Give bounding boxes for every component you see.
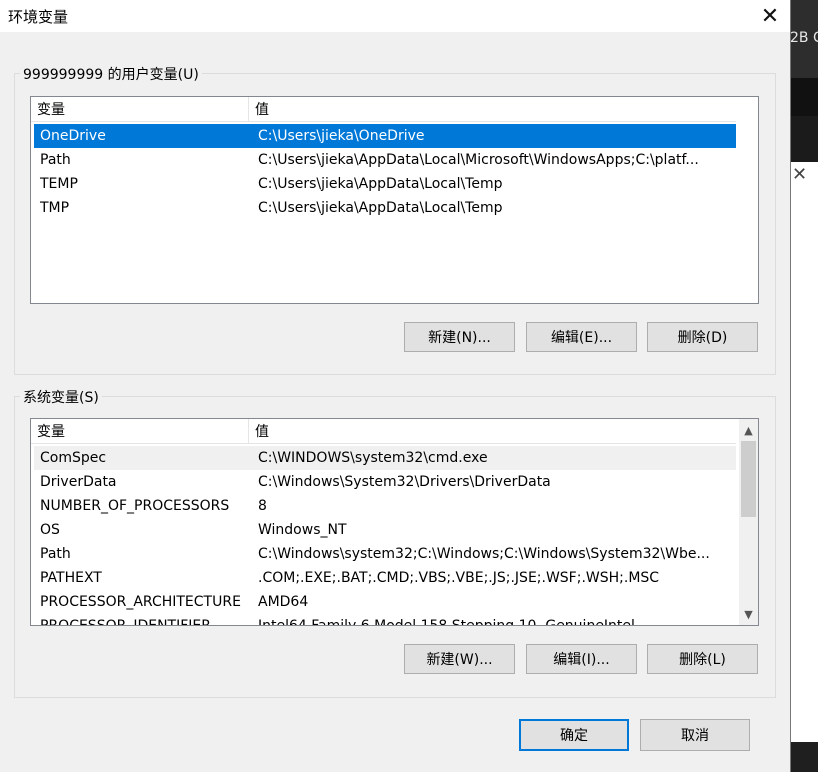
variable-name: TMP	[40, 200, 70, 216]
variable-name: ComSpec	[40, 450, 107, 466]
variable-name: Path	[40, 152, 71, 168]
variable-name: PATHEXT	[40, 570, 102, 586]
list-row[interactable]: Path C:\Windows\system32;C:\Windows;C:\Wi…	[34, 542, 736, 566]
close-icon: ✕	[760, 3, 780, 29]
scroll-thumb[interactable]	[741, 441, 756, 517]
list-row[interactable]: PROCESSOR_IDENTIFIER Intel64 Family 6 Mod…	[34, 614, 736, 626]
column-header-name[interactable]: 变量	[31, 419, 249, 443]
variable-name: OneDrive	[40, 128, 106, 144]
variable-name: OS	[40, 522, 60, 538]
list-row[interactable]: DriverData C:\Windows\System32\Drivers\Dr…	[34, 470, 736, 494]
user-vars-header: 变量 值	[31, 97, 736, 122]
background-app-window: 2B C ✕	[790, 0, 818, 772]
list-row[interactable]: TMP C:\Users\jieka\AppData\Local\Temp	[34, 196, 736, 220]
list-row[interactable]: TEMP C:\Users\jieka\AppData\Local\Temp	[34, 172, 736, 196]
cancel-button[interactable]: 取消	[640, 719, 750, 751]
variable-value: C:\Users\jieka\AppData\Local\Microsoft\W…	[258, 152, 699, 168]
variable-value: C:\Windows\System32\Drivers\DriverData	[258, 474, 551, 490]
variable-value: C:\Users\jieka\AppData\Local\Temp	[258, 176, 503, 192]
user-delete-button[interactable]: 删除(D)	[647, 322, 758, 352]
background-close-icon: ✕	[792, 164, 808, 185]
variable-value: Windows_NT	[258, 522, 347, 538]
system-new-button[interactable]: 新建(W)...	[404, 644, 515, 674]
list-row[interactable]: ComSpec C:\WINDOWS\system32\cmd.exe	[34, 446, 736, 470]
list-row[interactable]: OneDrive C:\Users\jieka\OneDrive	[34, 124, 736, 148]
variable-name: PROCESSOR_IDENTIFIER	[40, 618, 211, 626]
system-vars-group-label: 系统变量(S)	[20, 387, 102, 407]
variable-value: 8	[258, 498, 267, 514]
background-app-bar	[790, 78, 818, 116]
list-row[interactable]: PROCESSOR_ARCHITECTURE AMD64	[34, 590, 736, 614]
column-header-value[interactable]: 值	[249, 97, 736, 121]
variable-name: TEMP	[40, 176, 78, 192]
variable-name: Path	[40, 546, 71, 562]
system-delete-button[interactable]: 删除(L)	[647, 644, 758, 674]
user-new-button[interactable]: 新建(N)...	[404, 322, 515, 352]
variable-value: C:\WINDOWS\system32\cmd.exe	[258, 450, 488, 466]
variable-value: C:\Users\jieka\AppData\Local\Temp	[258, 200, 503, 216]
env-vars-dialog: 环境变量 ✕ 999999999 的用户变量(U) 变量 值 OneDrive C…	[0, 0, 791, 772]
system-vars-header: 变量 值	[31, 419, 736, 444]
system-vars-scrollbar[interactable]: ▲ ▼	[739, 419, 758, 625]
variable-name: PROCESSOR_ARCHITECTURE	[40, 594, 241, 610]
variable-name: DriverData	[40, 474, 117, 490]
system-vars-list[interactable]: 变量 值 ComSpec C:\WINDOWS\system32\cmd.exe D…	[30, 418, 759, 626]
variable-value: .COM;.EXE;.BAT;.CMD;.VBS;.VBE;.JS;.JSE;.…	[258, 570, 660, 586]
system-edit-button[interactable]: 编辑(I)...	[526, 644, 637, 674]
ok-button[interactable]: 确定	[519, 719, 629, 751]
background-app-pane	[790, 162, 818, 742]
user-vars-group-label: 999999999 的用户变量(U)	[20, 64, 202, 84]
user-edit-button[interactable]: 编辑(E)...	[526, 322, 637, 352]
list-row[interactable]: PATHEXT .COM;.EXE;.BAT;.CMD;.VBS;.VBE;.JS…	[34, 566, 736, 590]
scroll-down-icon[interactable]: ▼	[739, 605, 758, 623]
column-header-value[interactable]: 值	[249, 419, 736, 443]
column-header-name[interactable]: 变量	[31, 97, 249, 121]
list-row[interactable]: OS Windows_NT	[34, 518, 736, 542]
variable-value: Intel64 Family 6 Model 158 Stepping 10, …	[258, 618, 635, 626]
variable-name: NUMBER_OF_PROCESSORS	[40, 498, 230, 514]
variable-value: C:\Users\jieka\OneDrive	[258, 128, 425, 144]
list-row[interactable]: NUMBER_OF_PROCESSORS 8	[34, 494, 736, 518]
variable-value: C:\Windows\system32;C:\Windows;C:\Window…	[258, 546, 710, 562]
user-vars-list[interactable]: 变量 值 OneDrive C:\Users\jieka\OneDrive Path…	[30, 96, 759, 304]
background-app-text: 2B C	[790, 30, 818, 46]
close-button[interactable]: ✕	[750, 0, 790, 32]
variable-value: AMD64	[258, 594, 309, 610]
list-row[interactable]: Path C:\Users\jieka\AppData\Local\Microso…	[34, 148, 736, 172]
scroll-up-icon[interactable]: ▲	[739, 421, 758, 439]
title-bar: 环境变量 ✕	[0, 0, 790, 32]
window-title: 环境变量	[8, 8, 69, 26]
background-app-bar-2	[790, 116, 818, 162]
